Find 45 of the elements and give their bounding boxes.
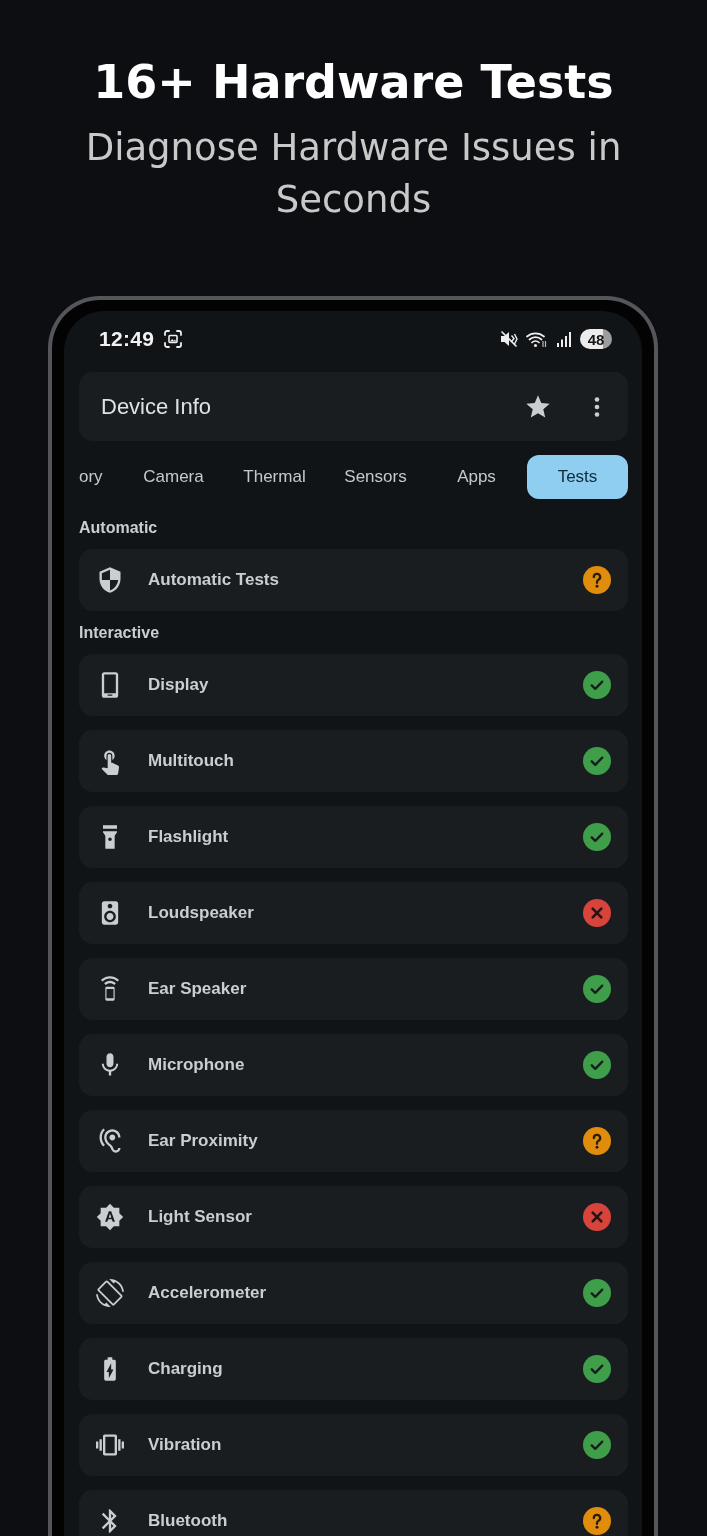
tab[interactable]: Apps bbox=[426, 455, 527, 499]
tab[interactable]: Sensors bbox=[325, 455, 426, 499]
test-row[interactable]: Accelerometer bbox=[79, 1262, 628, 1324]
test-label: Loudspeaker bbox=[148, 903, 255, 923]
test-row[interactable]: Display bbox=[79, 654, 628, 716]
auto-brightness-icon bbox=[96, 1203, 124, 1231]
test-row[interactable]: Loudspeaker bbox=[79, 882, 628, 944]
test-label: Light Sensor bbox=[148, 1207, 253, 1227]
test-row[interactable]: Bluetooth bbox=[79, 1490, 628, 1536]
test-row[interactable]: Ear Speaker bbox=[79, 958, 628, 1020]
test-label: Multitouch bbox=[148, 751, 235, 771]
section-title: Automatic bbox=[79, 518, 159, 538]
test-label: Bluetooth bbox=[148, 1511, 229, 1531]
app-title: Device Info bbox=[101, 393, 213, 420]
signal-icon bbox=[556, 330, 572, 348]
headline: 16+ Hardware Tests bbox=[93, 54, 614, 110]
test-row[interactable]: Charging bbox=[79, 1338, 628, 1400]
test-label: Microphone bbox=[148, 1055, 246, 1075]
test-row[interactable]: Microphone bbox=[79, 1034, 628, 1096]
test-label: Charging bbox=[148, 1359, 224, 1379]
tab[interactable]: Thermal bbox=[224, 455, 325, 499]
test-label: Vibration bbox=[148, 1435, 223, 1455]
test-row[interactable]: Ear Proximity bbox=[79, 1110, 628, 1172]
test-label: Accelerometer bbox=[148, 1283, 268, 1303]
test-label: Flashlight bbox=[148, 827, 230, 847]
test-row[interactable]: Flashlight bbox=[79, 806, 628, 868]
test-label: Automatic Tests bbox=[148, 570, 280, 590]
section-title: Interactive bbox=[79, 623, 161, 643]
rotate-arrows-icon bbox=[96, 1279, 124, 1307]
test-row[interactable]: Automatic Tests bbox=[79, 549, 628, 611]
test-label: Display bbox=[148, 675, 210, 695]
tab[interactable]: Tests bbox=[527, 455, 628, 499]
tab[interactable]: ory bbox=[79, 455, 123, 499]
battery-indicator: 48 bbox=[580, 329, 612, 349]
test-row[interactable]: Multitouch bbox=[79, 730, 628, 792]
wifi-icon bbox=[526, 330, 548, 348]
test-row[interactable]: Vibration bbox=[79, 1414, 628, 1476]
test-label: Ear Speaker bbox=[148, 979, 248, 999]
test-label: Ear Proximity bbox=[148, 1131, 259, 1151]
status-time: 12:49 bbox=[99, 327, 155, 351]
screenshot-icon bbox=[163, 329, 184, 349]
tab[interactable]: Camera bbox=[123, 455, 224, 499]
mute-icon bbox=[500, 330, 518, 348]
test-row[interactable]: Light Sensor bbox=[79, 1186, 628, 1248]
subheadline: Diagnose Hardware Issues in Seconds bbox=[84, 125, 623, 223]
